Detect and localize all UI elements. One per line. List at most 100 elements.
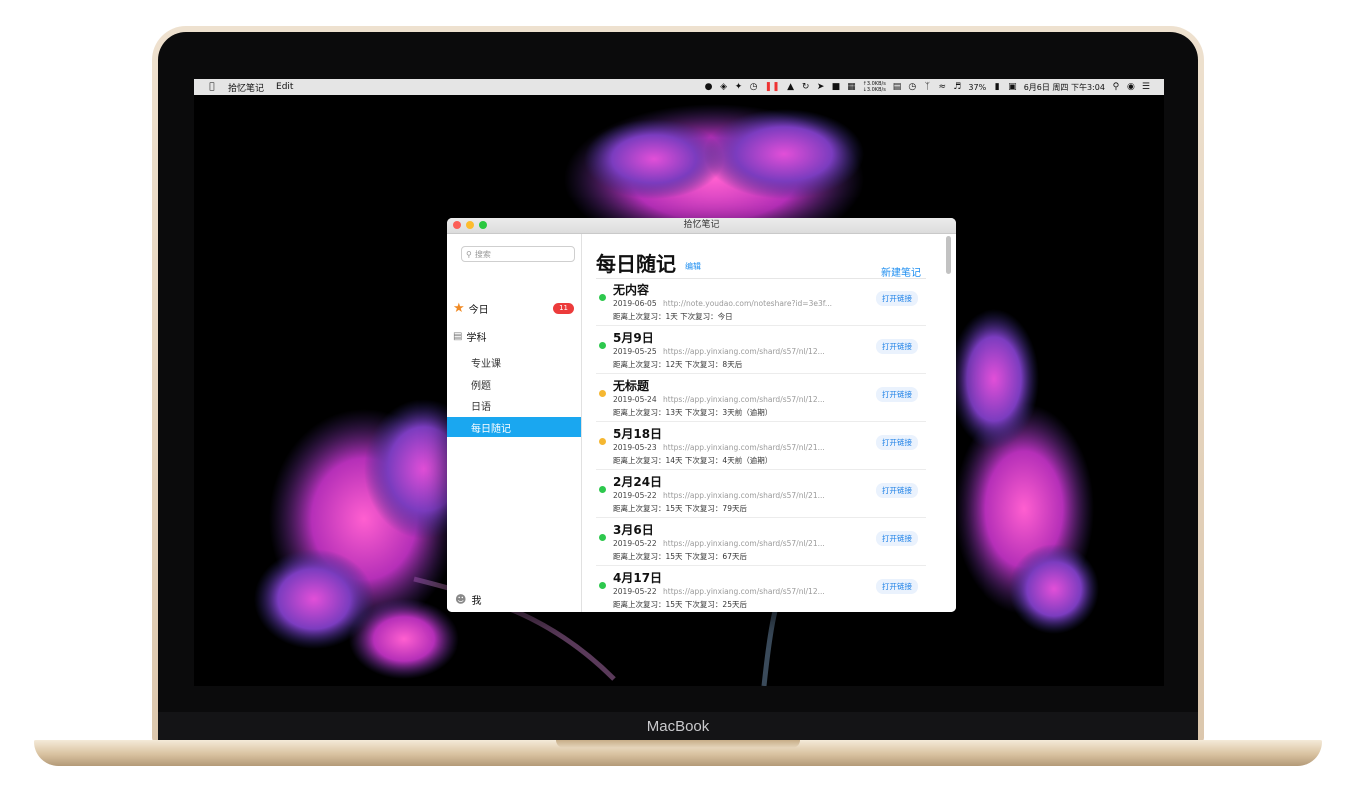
note-item[interactable]: 2月24日 2019-05-22 https://app.yinxiang.co… [596, 471, 926, 518]
note-item[interactable]: 无内容 2019-06-05 http://note.youdao.com/no… [596, 279, 926, 326]
sidebar-item-today[interactable]: ★ 今日 11 [447, 298, 581, 318]
status-dot [599, 486, 606, 493]
time-machine-icon[interactable]: ◷ [908, 82, 916, 92]
menu-bar:  拾忆笔记 Edit ● ◈ ✦ ◷ ❚❚ ▲ ↻ ➤ ■ ▦ ↑3.0KB/… [194, 79, 1164, 95]
sidebar-item-zhuanyeke[interactable]: 专业课 [447, 352, 581, 372]
siri-icon[interactable]: ◉ [1127, 82, 1135, 92]
menu-app-name[interactable]: 拾忆笔记 [228, 81, 264, 94]
note-url: https://app.yinxiang.com/shard/s57/nl/12… [663, 347, 825, 356]
control-icon[interactable]: ▣ [1008, 82, 1017, 92]
net-down: ↓3.0KB/s [862, 87, 886, 93]
sidebar-item-subject[interactable]: ▤ 学科 [447, 326, 581, 346]
battery-monitor-icon[interactable]: ▤ [893, 82, 902, 92]
note-url: https://app.yinxiang.com/shard/s57/nl/21… [663, 443, 825, 452]
wifi-icon[interactable]: ≈ [938, 82, 947, 92]
status-dot [599, 438, 606, 445]
note-date: 2019-05-22 [613, 491, 657, 500]
sidebar-item-label: 每日随记 [471, 423, 511, 435]
search-placeholder: 搜索 [474, 249, 491, 259]
today-count-badge: 11 [553, 302, 574, 314]
sidebar-item-riyu[interactable]: 日语 [447, 395, 581, 415]
status-dot [599, 534, 606, 541]
note-url: https://app.yinxiang.com/shard/s57/nl/21… [663, 491, 825, 500]
notes-panel: 每日随记 编辑 新建笔记 无内容 2019-06-05 http://note.… [582, 234, 956, 612]
note-date: 2019-05-23 [613, 443, 657, 452]
open-link-button[interactable]: 打开链接 [876, 387, 918, 402]
note-review-info: 距离上次复习：15天 下次复习：25天后 [613, 600, 747, 609]
note-review-info: 距离上次复习：15天 下次复习：79天后 [613, 504, 747, 513]
elephant-icon[interactable]: ■ [832, 82, 841, 92]
send-icon[interactable]: ➤ [817, 82, 825, 92]
note-title: 3月6日 [613, 523, 654, 537]
note-item[interactable]: 3月6日 2019-05-22 https://app.yinxiang.com… [596, 519, 926, 566]
volume-icon[interactable]: ♬ [953, 82, 961, 92]
open-link-button[interactable]: 打开链接 [876, 435, 918, 450]
bird-icon[interactable]: ✦ [735, 82, 743, 92]
note-date: 2019-06-05 [613, 299, 657, 308]
open-link-button[interactable]: 打开链接 [876, 483, 918, 498]
note-review-info: 距离上次复习：12天 下次复习：8天后 [613, 360, 743, 369]
note-title: 4月17日 [613, 571, 663, 585]
status-dot [599, 582, 606, 589]
status-dot [599, 294, 606, 301]
page-title: 每日随记 [596, 252, 676, 276]
bluetooth-icon[interactable]: ᛉ [923, 82, 931, 92]
history-icon[interactable]: ↻ [802, 82, 810, 92]
desktop-screen:  拾忆笔记 Edit ● ◈ ✦ ◷ ❚❚ ▲ ↻ ➤ ■ ▦ ↑3.0KB/… [194, 79, 1164, 686]
note-title: 无内容 [613, 283, 650, 297]
grid-icon[interactable]: ▦ [847, 82, 856, 92]
search-icon[interactable]: ⚲ [1112, 82, 1120, 92]
qq-icon[interactable]: ● [705, 82, 713, 92]
note-review-info: 距离上次复习：15天 下次复习：67天后 [613, 552, 747, 561]
note-url: https://app.yinxiang.com/shard/s57/nl/21… [663, 539, 825, 548]
menu-edit[interactable]: Edit [276, 82, 293, 92]
battery-icon[interactable]: ▮ [993, 82, 1001, 92]
evernote-icon[interactable]: ◈ [720, 82, 728, 92]
clock-icon[interactable]: ◷ [750, 82, 758, 92]
sidebar-item-me[interactable]: ☻ 我 [447, 589, 581, 609]
note-item[interactable]: 4月17日 2019-05-22 https://app.yinxiang.co… [596, 567, 926, 612]
note-item[interactable]: 5月9日 2019-05-25 https://app.yinxiang.com… [596, 327, 926, 374]
open-link-button[interactable]: 打开链接 [876, 339, 918, 354]
window-titlebar[interactable]: 拾忆笔记 [447, 218, 956, 234]
note-title: 5月18日 [613, 427, 663, 441]
note-title: 2月24日 [613, 475, 663, 489]
sidebar-item-liti[interactable]: 例题 [447, 374, 581, 394]
open-link-button[interactable]: 打开链接 [876, 579, 918, 594]
window-title: 拾忆笔记 [683, 220, 720, 230]
note-url: https://app.yinxiang.com/shard/s57/nl/12… [663, 395, 825, 404]
note-title: 5月9日 [613, 331, 654, 345]
flame-icon[interactable]: ▲ [787, 82, 795, 92]
status-dot [599, 342, 606, 349]
status-dot [599, 390, 606, 397]
edit-button[interactable]: 编辑 [685, 261, 701, 272]
app-window: 拾忆笔记 ⚲ 搜索 ★ 今日 11 ▤ 学科 专业课 例题 日语 每日随记 ☻ … [447, 218, 956, 612]
sidebar-item-label: 例题 [471, 380, 491, 392]
sidebar: ⚲ 搜索 ★ 今日 11 ▤ 学科 专业课 例题 日语 每日随记 ☻ 我 [447, 234, 582, 612]
note-url: https://app.yinxiang.com/shard/s57/nl/12… [663, 587, 825, 596]
note-url: http://note.youdao.com/noteshare?id=3e3f… [663, 299, 832, 308]
note-item[interactable]: 无标题 2019-05-24 https://app.yinxiang.com/… [596, 375, 926, 422]
note-date: 2019-05-22 [613, 539, 657, 548]
note-title: 无标题 [613, 379, 650, 393]
menu-clock[interactable]: 6月6日 周四 下午3:04 [1024, 82, 1105, 93]
macbook-brand-label: MacBook [646, 718, 710, 735]
open-link-button[interactable]: 打开链接 [876, 291, 918, 306]
scrollbar[interactable] [946, 236, 951, 274]
note-review-info: 距离上次复习：1天 下次复习：今日 [613, 312, 733, 321]
new-note-button[interactable]: 新建笔记 [881, 264, 921, 279]
note-item[interactable]: 5月18日 2019-05-23 https://app.yinxiang.co… [596, 423, 926, 470]
notification-icon[interactable]: ☰ [1142, 82, 1150, 92]
battery-percent[interactable]: 37% [968, 83, 986, 92]
note-review-info: 距离上次复习：14天 下次复习：4天前（逾期） [613, 456, 773, 465]
search-input[interactable]: ⚲ 搜索 [461, 246, 575, 262]
apple-icon[interactable]:  [208, 82, 216, 92]
sidebar-item-meiri-suiji[interactable]: 每日随记 [447, 417, 581, 437]
note-date: 2019-05-22 [613, 587, 657, 596]
network-speed: ↑3.0KB/s ↓3.0KB/s [863, 81, 886, 93]
note-date: 2019-05-24 [613, 395, 657, 404]
pause-icon[interactable]: ❚❚ [765, 82, 780, 92]
open-link-button[interactable]: 打开链接 [876, 531, 918, 546]
laptop-hinge-notch [556, 740, 800, 748]
today-label: 今日 [468, 304, 489, 316]
